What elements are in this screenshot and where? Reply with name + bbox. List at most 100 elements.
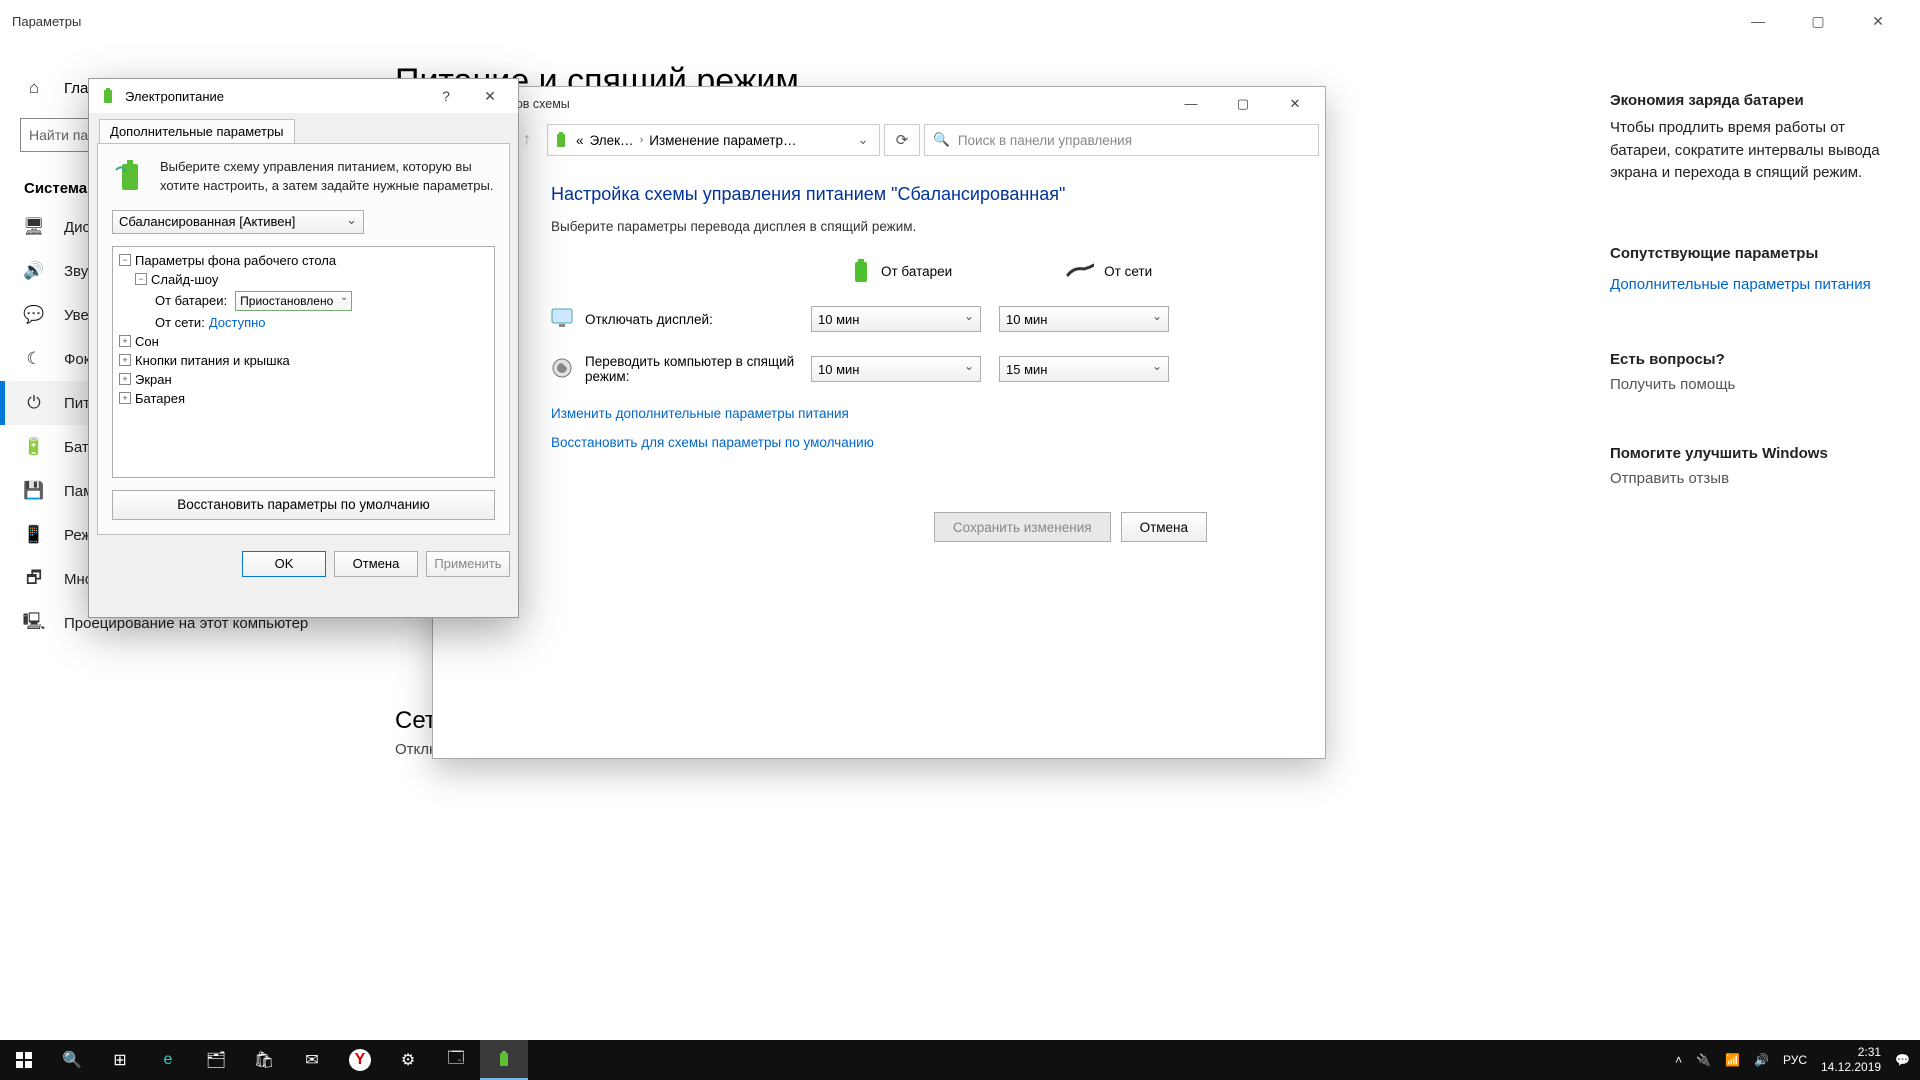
- close-button[interactable]: ✕: [1269, 87, 1321, 120]
- power-plan-icon: [552, 131, 570, 149]
- tray-action-center-icon[interactable]: 💬: [1895, 1053, 1910, 1067]
- cancel-button[interactable]: Отмена: [1121, 512, 1207, 542]
- bc-seg-1[interactable]: Элек…: [590, 133, 634, 148]
- related-settings-link[interactable]: Сопутствующие параметры: [1610, 245, 1890, 262]
- adv-intro-text: Выберите схему управления питанием, кото…: [160, 158, 495, 196]
- right-heading: Экономия заряда батареи: [1610, 92, 1890, 109]
- clock-time: 2:31: [1821, 1045, 1881, 1060]
- settings-tree[interactable]: −Параметры фона рабочего стола −Слайд-шо…: [112, 246, 495, 478]
- moon-icon: ☾: [24, 349, 44, 369]
- adv-titlebar: Электропитание ? ✕: [89, 79, 518, 113]
- power-plan-large-icon: [112, 158, 148, 194]
- sleep-battery-dropdown[interactable]: 10 мин: [811, 356, 981, 382]
- help-button[interactable]: ?: [424, 79, 468, 113]
- display-off-ac-dropdown[interactable]: 10 мин: [999, 306, 1169, 332]
- display-off-battery-dropdown[interactable]: 10 мин: [811, 306, 981, 332]
- col-battery-label: От батареи: [881, 264, 952, 279]
- tray-battery-icon[interactable]: 🔌: [1696, 1053, 1711, 1067]
- expand-icon[interactable]: +: [119, 354, 131, 366]
- improve-heading: Помогите улучшить Windows: [1610, 445, 1890, 462]
- close-button[interactable]: ✕: [1848, 0, 1908, 42]
- tree-node-buttons-lid[interactable]: +Кнопки питания и крышка: [115, 351, 492, 370]
- restore-defaults-button[interactable]: Восстановить параметры по умолчанию: [112, 490, 495, 520]
- sleep-icon: [551, 357, 573, 382]
- taskbar-app-explorer[interactable]: 🗂: [192, 1040, 240, 1080]
- taskbar: 🔍 ⊞ e 🗂 🛍 ✉ Y ⚙ 🗔 ˄ 🔌 📶 🔊 РУС 2:31 14.12…: [0, 1040, 1920, 1080]
- sleep-label: Переводить компьютер в спящий режим:: [585, 354, 811, 384]
- close-button[interactable]: ✕: [468, 79, 512, 113]
- cancel-button[interactable]: Отмена: [334, 551, 418, 577]
- expand-icon[interactable]: +: [119, 373, 131, 385]
- battery-icon: 🔋: [24, 437, 44, 457]
- sound-icon: 🔊: [24, 261, 44, 281]
- maximize-button[interactable]: ▢: [1217, 87, 1269, 120]
- search-button[interactable]: 🔍: [48, 1040, 96, 1080]
- storage-icon: 💾: [24, 481, 44, 501]
- tree-node-desktop-bg[interactable]: −Параметры фона рабочего стола: [115, 251, 492, 270]
- plan-settings-titlebar: ие параметров схемы — ▢ ✕: [433, 87, 1325, 120]
- col-ac-label: От сети: [1104, 264, 1152, 279]
- start-button[interactable]: [0, 1040, 48, 1080]
- tray-volume-icon[interactable]: 🔊: [1754, 1053, 1769, 1067]
- taskbar-app-mail[interactable]: ✉: [288, 1040, 336, 1080]
- taskbar-app-power-options[interactable]: [480, 1040, 528, 1080]
- home-icon: ⌂: [24, 78, 44, 98]
- breadcrumb[interactable]: « Элек… › Изменение параметр… ⌄: [547, 124, 880, 156]
- settings-titlebar: Параметры — ▢ ✕: [0, 0, 1920, 42]
- display-icon: 🖥: [24, 217, 44, 237]
- monitor-icon: [551, 308, 573, 331]
- tray-wifi-icon[interactable]: 📶: [1725, 1053, 1740, 1067]
- window-title: Параметры: [12, 14, 81, 29]
- search-box[interactable]: 🔍 Поиск в панели управления: [924, 124, 1319, 156]
- breadcrumb-dropdown[interactable]: ⌄: [851, 132, 875, 148]
- minimize-button[interactable]: —: [1165, 87, 1217, 120]
- taskbar-app-store[interactable]: 🛍: [240, 1040, 288, 1080]
- slideshow-ac-value[interactable]: Доступно: [209, 315, 266, 330]
- sleep-row: Переводить компьютер в спящий режим: 10 …: [551, 354, 1207, 384]
- search-placeholder: Поиск в панели управления: [958, 133, 1132, 148]
- power-scheme-dropdown[interactable]: Сбалансированная [Активен]: [112, 210, 364, 234]
- plan-settings-window: ие параметров схемы — ▢ ✕ ← → ↑ « Элек… …: [432, 86, 1326, 759]
- feedback-link[interactable]: Отправить отзыв: [1610, 470, 1890, 487]
- bc-seg-2[interactable]: Изменение параметр…: [649, 133, 796, 148]
- ok-button[interactable]: OK: [242, 551, 326, 577]
- get-help-link[interactable]: Получить помощь: [1610, 376, 1890, 393]
- tray-clock[interactable]: 2:31 14.12.2019: [1821, 1045, 1881, 1075]
- tree-node-screen[interactable]: +Экран: [115, 370, 492, 389]
- apply-button[interactable]: Применить: [426, 551, 510, 577]
- power-source-headers: От батареи От сети: [551, 258, 1207, 284]
- slideshow-battery-dropdown[interactable]: Приостановлено: [235, 291, 352, 311]
- adv-intro: Выберите схему управления питанием, кото…: [112, 158, 495, 196]
- tree-node-battery[interactable]: +Батарея: [115, 389, 492, 408]
- task-view-button[interactable]: ⊞: [96, 1040, 144, 1080]
- chevron-right-icon: ›: [640, 134, 644, 146]
- save-button[interactable]: Сохранить изменения: [934, 512, 1111, 542]
- expand-icon[interactable]: +: [119, 392, 131, 404]
- plan-subtext: Выберите параметры перевода дисплея в сп…: [551, 219, 1207, 234]
- collapse-icon[interactable]: −: [119, 254, 131, 266]
- advanced-power-dialog: Электропитание ? ✕ Дополнительные параме…: [88, 78, 519, 618]
- tree-node-sleep[interactable]: +Сон: [115, 332, 492, 351]
- change-advanced-link[interactable]: Изменить дополнительные параметры питани…: [551, 406, 1207, 421]
- sleep-ac-dropdown[interactable]: 15 мин: [999, 356, 1169, 382]
- tray-overflow-icon[interactable]: ˄: [1675, 1053, 1682, 1067]
- minimize-button[interactable]: —: [1728, 0, 1788, 42]
- additional-power-link[interactable]: Дополнительные параметры питания: [1610, 276, 1890, 293]
- taskbar-app-panel[interactable]: 🗔: [432, 1040, 480, 1080]
- tree-node-on-battery[interactable]: От батареи: Приостановлено: [115, 289, 492, 313]
- window-controls: — ▢ ✕: [1728, 0, 1908, 42]
- taskbar-app-settings[interactable]: ⚙: [384, 1040, 432, 1080]
- tree-node-slideshow[interactable]: −Слайд-шоу: [115, 270, 492, 289]
- maximize-button[interactable]: ▢: [1788, 0, 1848, 42]
- expand-icon[interactable]: +: [119, 335, 131, 347]
- advanced-tab[interactable]: Дополнительные параметры: [99, 119, 295, 143]
- refresh-button[interactable]: ⟳: [884, 124, 920, 156]
- multitask-icon: 🗗: [24, 569, 44, 589]
- plug-icon: [1066, 261, 1094, 282]
- taskbar-app-edge[interactable]: e: [144, 1040, 192, 1080]
- collapse-icon[interactable]: −: [135, 273, 147, 285]
- taskbar-app-yandex[interactable]: Y: [336, 1040, 384, 1080]
- tray-language-indicator[interactable]: РУС: [1783, 1053, 1807, 1067]
- restore-defaults-link[interactable]: Восстановить для схемы параметры по умол…: [551, 435, 1207, 450]
- tree-node-on-ac[interactable]: От сети: Доступно: [115, 313, 492, 332]
